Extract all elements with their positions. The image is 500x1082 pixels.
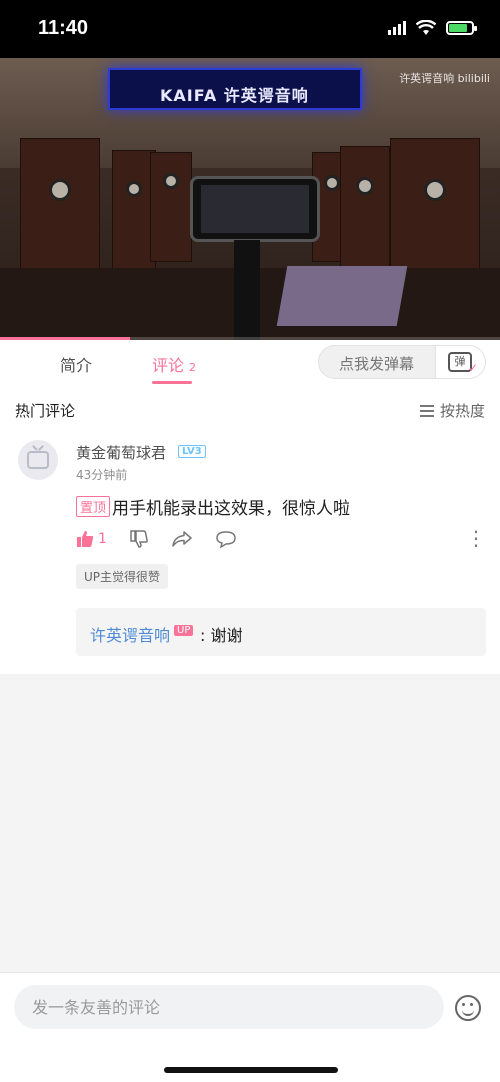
up-liked-tag: UP主觉得很赞 xyxy=(76,564,169,589)
status-bar: 11:40 xyxy=(0,0,500,58)
tab-comments-count: 2 xyxy=(189,361,197,374)
menu-icon xyxy=(419,404,434,417)
cd-stack xyxy=(276,266,408,326)
thumbs-up-icon xyxy=(77,531,94,547)
reply-text: : 谢谢 xyxy=(200,626,243,645)
wifi-icon xyxy=(416,20,436,35)
comment-actions: 1 ⋮ xyxy=(76,526,486,556)
share-icon xyxy=(172,531,192,547)
comments-panel: 热门评论 按热度 黄金葡萄球君 LV3 43分钟前 置顶 用手机能录出这效果，很惊… xyxy=(0,386,500,674)
reply-preview[interactable]: 许英谔音响 UP : 谢谢 xyxy=(76,608,486,656)
avatar[interactable] xyxy=(18,440,58,480)
comment-time: 43分钟前 xyxy=(76,468,128,482)
more-icon: ⋮ xyxy=(466,526,486,550)
reply-username[interactable]: 许英谔音响 xyxy=(90,622,170,646)
comment-input[interactable] xyxy=(14,985,444,1029)
more-options-button[interactable]: ⋮ xyxy=(466,526,486,550)
speaker-right-mid xyxy=(340,146,390,276)
store-sign: KAIFA 许英谔音响 xyxy=(108,68,362,110)
danmaku-placeholder: 点我发弹幕 xyxy=(339,355,415,373)
sort-button[interactable]: 按热度 xyxy=(419,400,485,421)
battery-level xyxy=(449,24,467,32)
recording-phone-screen xyxy=(201,185,309,233)
like-count: 1 xyxy=(98,531,107,547)
home-indicator xyxy=(164,1067,338,1073)
level-badge: LV3 xyxy=(178,445,206,458)
cellular-signal-icon xyxy=(388,21,406,35)
recording-phone xyxy=(190,176,320,242)
thumbs-down-icon xyxy=(130,530,148,548)
hot-comments-title: 热门评论 xyxy=(15,402,76,420)
speaker-left xyxy=(20,138,100,288)
tab-comments[interactable]: 评论 2 xyxy=(152,352,196,376)
bottom-bar xyxy=(0,972,500,1082)
tab-bar: 简介 评论 2 点我发弹幕 弹 xyxy=(0,340,500,386)
danmaku-icon: 弹 xyxy=(448,352,478,376)
store-sign-text: KAIFA 许英谔音响 xyxy=(160,86,309,105)
sort-label: 按热度 xyxy=(439,402,485,420)
tab-intro[interactable]: 简介 xyxy=(60,352,92,376)
status-icons xyxy=(388,20,477,36)
pinned-tag: 置顶 xyxy=(76,496,111,517)
speaker-center-left xyxy=(150,152,192,262)
status-time: 11:40 xyxy=(38,17,89,39)
comment-text: 用手机能录出这效果，很惊人啦 xyxy=(112,499,351,519)
tv-icon xyxy=(27,451,49,469)
like-button[interactable]: 1 xyxy=(76,530,107,548)
video-watermark: 许英谔音响 bilibili xyxy=(399,72,490,85)
emoji-icon[interactable] xyxy=(455,995,481,1021)
comment-body: 置顶 用手机能录出这效果，很惊人啦 xyxy=(76,494,350,519)
dislike-button[interactable] xyxy=(130,530,148,552)
comment-bubble-icon xyxy=(216,531,236,549)
video-player[interactable]: KAIFA 许英谔音响 许英谔音响 bilibili xyxy=(0,58,500,340)
tab-comments-label: 评论 xyxy=(152,356,185,375)
active-tab-indicator xyxy=(152,381,192,384)
phone-stand xyxy=(234,240,260,340)
comment-username[interactable]: 黄金葡萄球君 xyxy=(76,442,166,463)
danmaku-input[interactable]: 点我发弹幕 弹 xyxy=(318,345,486,379)
danmaku-toggle-button[interactable]: 弹 xyxy=(435,346,485,378)
up-badge: UP xyxy=(174,625,194,636)
battery-icon xyxy=(446,21,477,35)
share-button[interactable] xyxy=(172,530,192,552)
reply-button[interactable] xyxy=(216,530,236,552)
